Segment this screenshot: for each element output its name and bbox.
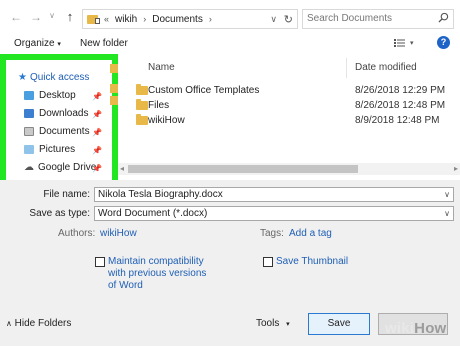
folder-icon (110, 84, 118, 93)
tags-input[interactable]: Add a tag (289, 228, 332, 239)
recent-locations-chevron-icon[interactable]: ∨ (44, 11, 60, 20)
folder-icon (136, 83, 148, 95)
file-name-value: Nikola Tesla Biography.docx (98, 189, 223, 200)
sidebar-item-label: Downloads (39, 108, 89, 119)
search-placeholder: Search Documents (307, 13, 393, 24)
save-as-type-label: Save as type: (29, 208, 90, 219)
quick-access-label: Quick access (29, 72, 90, 83)
view-options-icon[interactable] (394, 38, 406, 48)
column-header-date-modified[interactable]: Date modified (355, 62, 417, 73)
organize-button[interactable]: Organize ▾ (14, 38, 61, 49)
folder-icon (110, 64, 118, 73)
save-as-type-value: Word Document (*.docx) (98, 208, 208, 219)
chevron-right-icon[interactable]: › (143, 14, 146, 24)
scroll-right-icon[interactable]: ▸ (454, 164, 458, 173)
pin-icon[interactable]: 📌 (92, 110, 102, 119)
help-icon[interactable]: ? (437, 36, 450, 49)
caret-down-icon: ▾ (286, 321, 290, 328)
google-drive-icon: ☁ (24, 162, 34, 173)
up-arrow-icon[interactable]: ↑ (62, 9, 78, 24)
sidebar-item-quick-access[interactable]: ★ Quick access (18, 72, 89, 83)
file-date: 8/26/2018 12:48 PM (355, 99, 446, 111)
folder-icon (87, 14, 100, 24)
horizontal-scrollbar[interactable]: ◂ ▸ (118, 163, 460, 175)
desktop-folder-icon (24, 91, 34, 100)
file-date: 8/26/2018 12:29 PM (355, 84, 446, 96)
sidebar-item-label: Documents (39, 126, 90, 137)
table-row[interactable]: wikiHow 8/9/2018 12:48 PM (118, 112, 460, 128)
organize-label: Organize (14, 38, 55, 49)
file-name: Files (148, 99, 170, 111)
pin-icon[interactable]: 📌 (92, 128, 102, 137)
chevron-up-icon: ∧ (6, 319, 12, 328)
star-icon: ★ (18, 72, 27, 83)
file-name-label: File name: (43, 189, 90, 200)
scrollbar-thumb[interactable] (128, 165, 358, 173)
table-row[interactable]: Custom Office Templates 8/26/2018 12:29 … (118, 82, 460, 98)
navigation-pane: ★ Quick access Desktop 📌 Downloads 📌 Doc… (0, 54, 118, 186)
sidebar-item-label: Pictures (39, 144, 76, 155)
chevron-down-icon[interactable]: ∨ (444, 188, 450, 201)
chevron-down-icon[interactable]: ∨ (444, 207, 450, 220)
hide-folders-button[interactable]: ∧ Hide Folders (6, 318, 71, 329)
watermark-how: How (414, 320, 447, 337)
caret-down-icon: ▾ (57, 41, 61, 48)
authors-value[interactable]: wikiHow (100, 228, 137, 239)
new-folder-button[interactable]: New folder (80, 38, 128, 49)
pin-icon[interactable]: 📌 (92, 146, 102, 155)
tools-label: Tools (256, 318, 280, 329)
wikihow-watermark: wikiHow (385, 320, 446, 337)
address-bar[interactable]: « wikih › Documents › ∨ ↻ (82, 9, 298, 29)
sidebar-item-label: Desktop (39, 90, 76, 101)
chevron-right-icon[interactable]: › (209, 14, 212, 24)
file-name-field[interactable]: Nikola Tesla Biography.docx ∨ (94, 187, 454, 202)
save-button[interactable]: Save (308, 313, 370, 335)
sidebar-item-google-drive[interactable]: ☁ Google Drive (24, 162, 96, 173)
column-header-name[interactable]: Name (148, 62, 175, 73)
search-input[interactable]: Search Documents (302, 9, 454, 29)
sidebar-item-downloads[interactable]: Downloads (24, 108, 88, 119)
authors-label: Authors: (58, 228, 96, 239)
pin-icon[interactable]: 📌 (92, 92, 102, 101)
file-date: 8/9/2018 12:48 PM (355, 114, 440, 126)
watermark-wiki: wiki (385, 320, 415, 337)
scroll-left-icon[interactable]: ◂ (120, 164, 124, 173)
file-name: wikiHow (148, 114, 185, 126)
breadcrumb-documents[interactable]: Documents (152, 14, 203, 25)
tools-button[interactable]: Tools ▾ (256, 318, 290, 329)
sidebar-item-label: Google Drive (38, 162, 97, 173)
back-arrow-icon[interactable]: ← (8, 10, 24, 24)
tags-label: Tags: (260, 228, 284, 239)
sidebar-item-desktop[interactable]: Desktop (24, 90, 76, 101)
folder-icon (136, 113, 148, 125)
command-bar: Organize ▾ New folder ▾ ? (0, 34, 460, 54)
folder-icon (110, 96, 118, 105)
pictures-folder-icon (24, 145, 34, 154)
forward-arrow-icon[interactable]: → (28, 10, 44, 24)
pin-icon[interactable]: 📌 (92, 164, 102, 173)
breadcrumb-wikih[interactable]: wikih (115, 14, 137, 25)
search-icon (438, 12, 449, 23)
column-divider[interactable] (346, 58, 347, 78)
hide-folders-label: Hide Folders (14, 318, 72, 329)
sidebar-item-pictures[interactable]: Pictures (24, 144, 75, 155)
chevron-down-icon[interactable]: ∨ (270, 14, 277, 25)
maintain-compatibility-checkbox[interactable] (95, 257, 105, 267)
save-thumbnail-checkbox[interactable] (263, 257, 273, 267)
save-as-type-select[interactable]: Word Document (*.docx) ∨ (94, 206, 454, 221)
downloads-folder-icon (24, 109, 34, 118)
save-thumbnail-label[interactable]: Save Thumbnail (276, 255, 348, 268)
crumb-overflow[interactable]: « (104, 14, 109, 24)
folder-icon (136, 98, 148, 110)
sidebar-item-documents[interactable]: Documents (24, 126, 90, 137)
file-name: Custom Office Templates (148, 84, 260, 96)
documents-folder-icon (24, 127, 34, 136)
maintain-compatibility-label[interactable]: of Word (108, 279, 143, 292)
view-dropdown-caret-icon[interactable]: ▾ (410, 39, 414, 47)
refresh-icon[interactable]: ↻ (284, 13, 293, 26)
table-row[interactable]: Files 8/26/2018 12:48 PM (118, 97, 460, 113)
